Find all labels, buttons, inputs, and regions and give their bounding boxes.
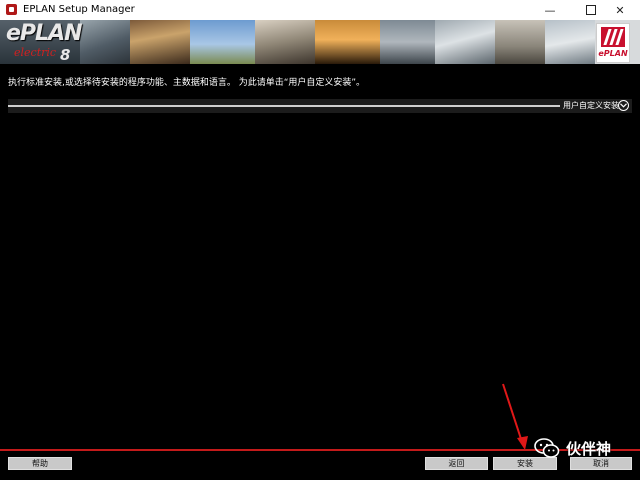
maximize-icon [586,5,596,15]
chevron-down-icon[interactable] [618,100,629,111]
brand-word: ePLAN [598,49,628,58]
custom-install-label: 用户自定义安装 [563,101,619,110]
banner-tile-oil-pumps [315,20,380,64]
watermark: 伙伴神 [534,436,611,460]
banner-tile-refinery [380,20,435,64]
setup-window: EPLAN Setup Manager — ✕ ePLAN electric 8… [0,0,640,480]
eplan-logo: ePLAN [6,21,83,46]
expander-divider [8,105,560,107]
close-button[interactable]: ✕ [605,0,635,20]
banner-tile-wind-turbines [190,20,255,64]
header-banner: ePLAN electric 8 [0,20,640,64]
back-button[interactable]: 返回 [425,457,488,470]
close-icon: ✕ [615,3,625,17]
minimize-button[interactable]: — [535,0,565,20]
eplan-logo-version: 8 [60,46,71,64]
wechat-icon [534,438,560,458]
banner-tile-warehouse [130,20,190,64]
maximize-button[interactable] [576,0,606,20]
window-title: EPLAN Setup Manager [23,4,135,15]
eplan-app-icon [6,4,17,15]
instruction-text: 执行标准安装,或选择待安装的程序功能、主数据和语言。 为此请单击“用户自定义安装… [8,78,366,88]
eplan-brand-badge: ePLAN [596,23,630,63]
title-bar: EPLAN Setup Manager — ✕ [0,0,640,21]
minimize-icon: — [544,3,556,17]
watermark-text: 伙伴神 [566,439,612,458]
banner-tile-car [80,20,130,64]
banner-tile-plant [495,20,545,64]
red-arrow-annotation [502,383,528,450]
banner-tile-industrial [545,20,595,64]
brand-stripes-icon [601,27,625,47]
help-button[interactable]: 帮助 [8,457,72,470]
eplan-logo-electric: electric [14,46,57,59]
custom-install-expander[interactable]: 用户自定义安装 [8,99,632,113]
banner-tile-machinery [255,20,315,64]
banner-tile-factory-robot [435,20,495,64]
